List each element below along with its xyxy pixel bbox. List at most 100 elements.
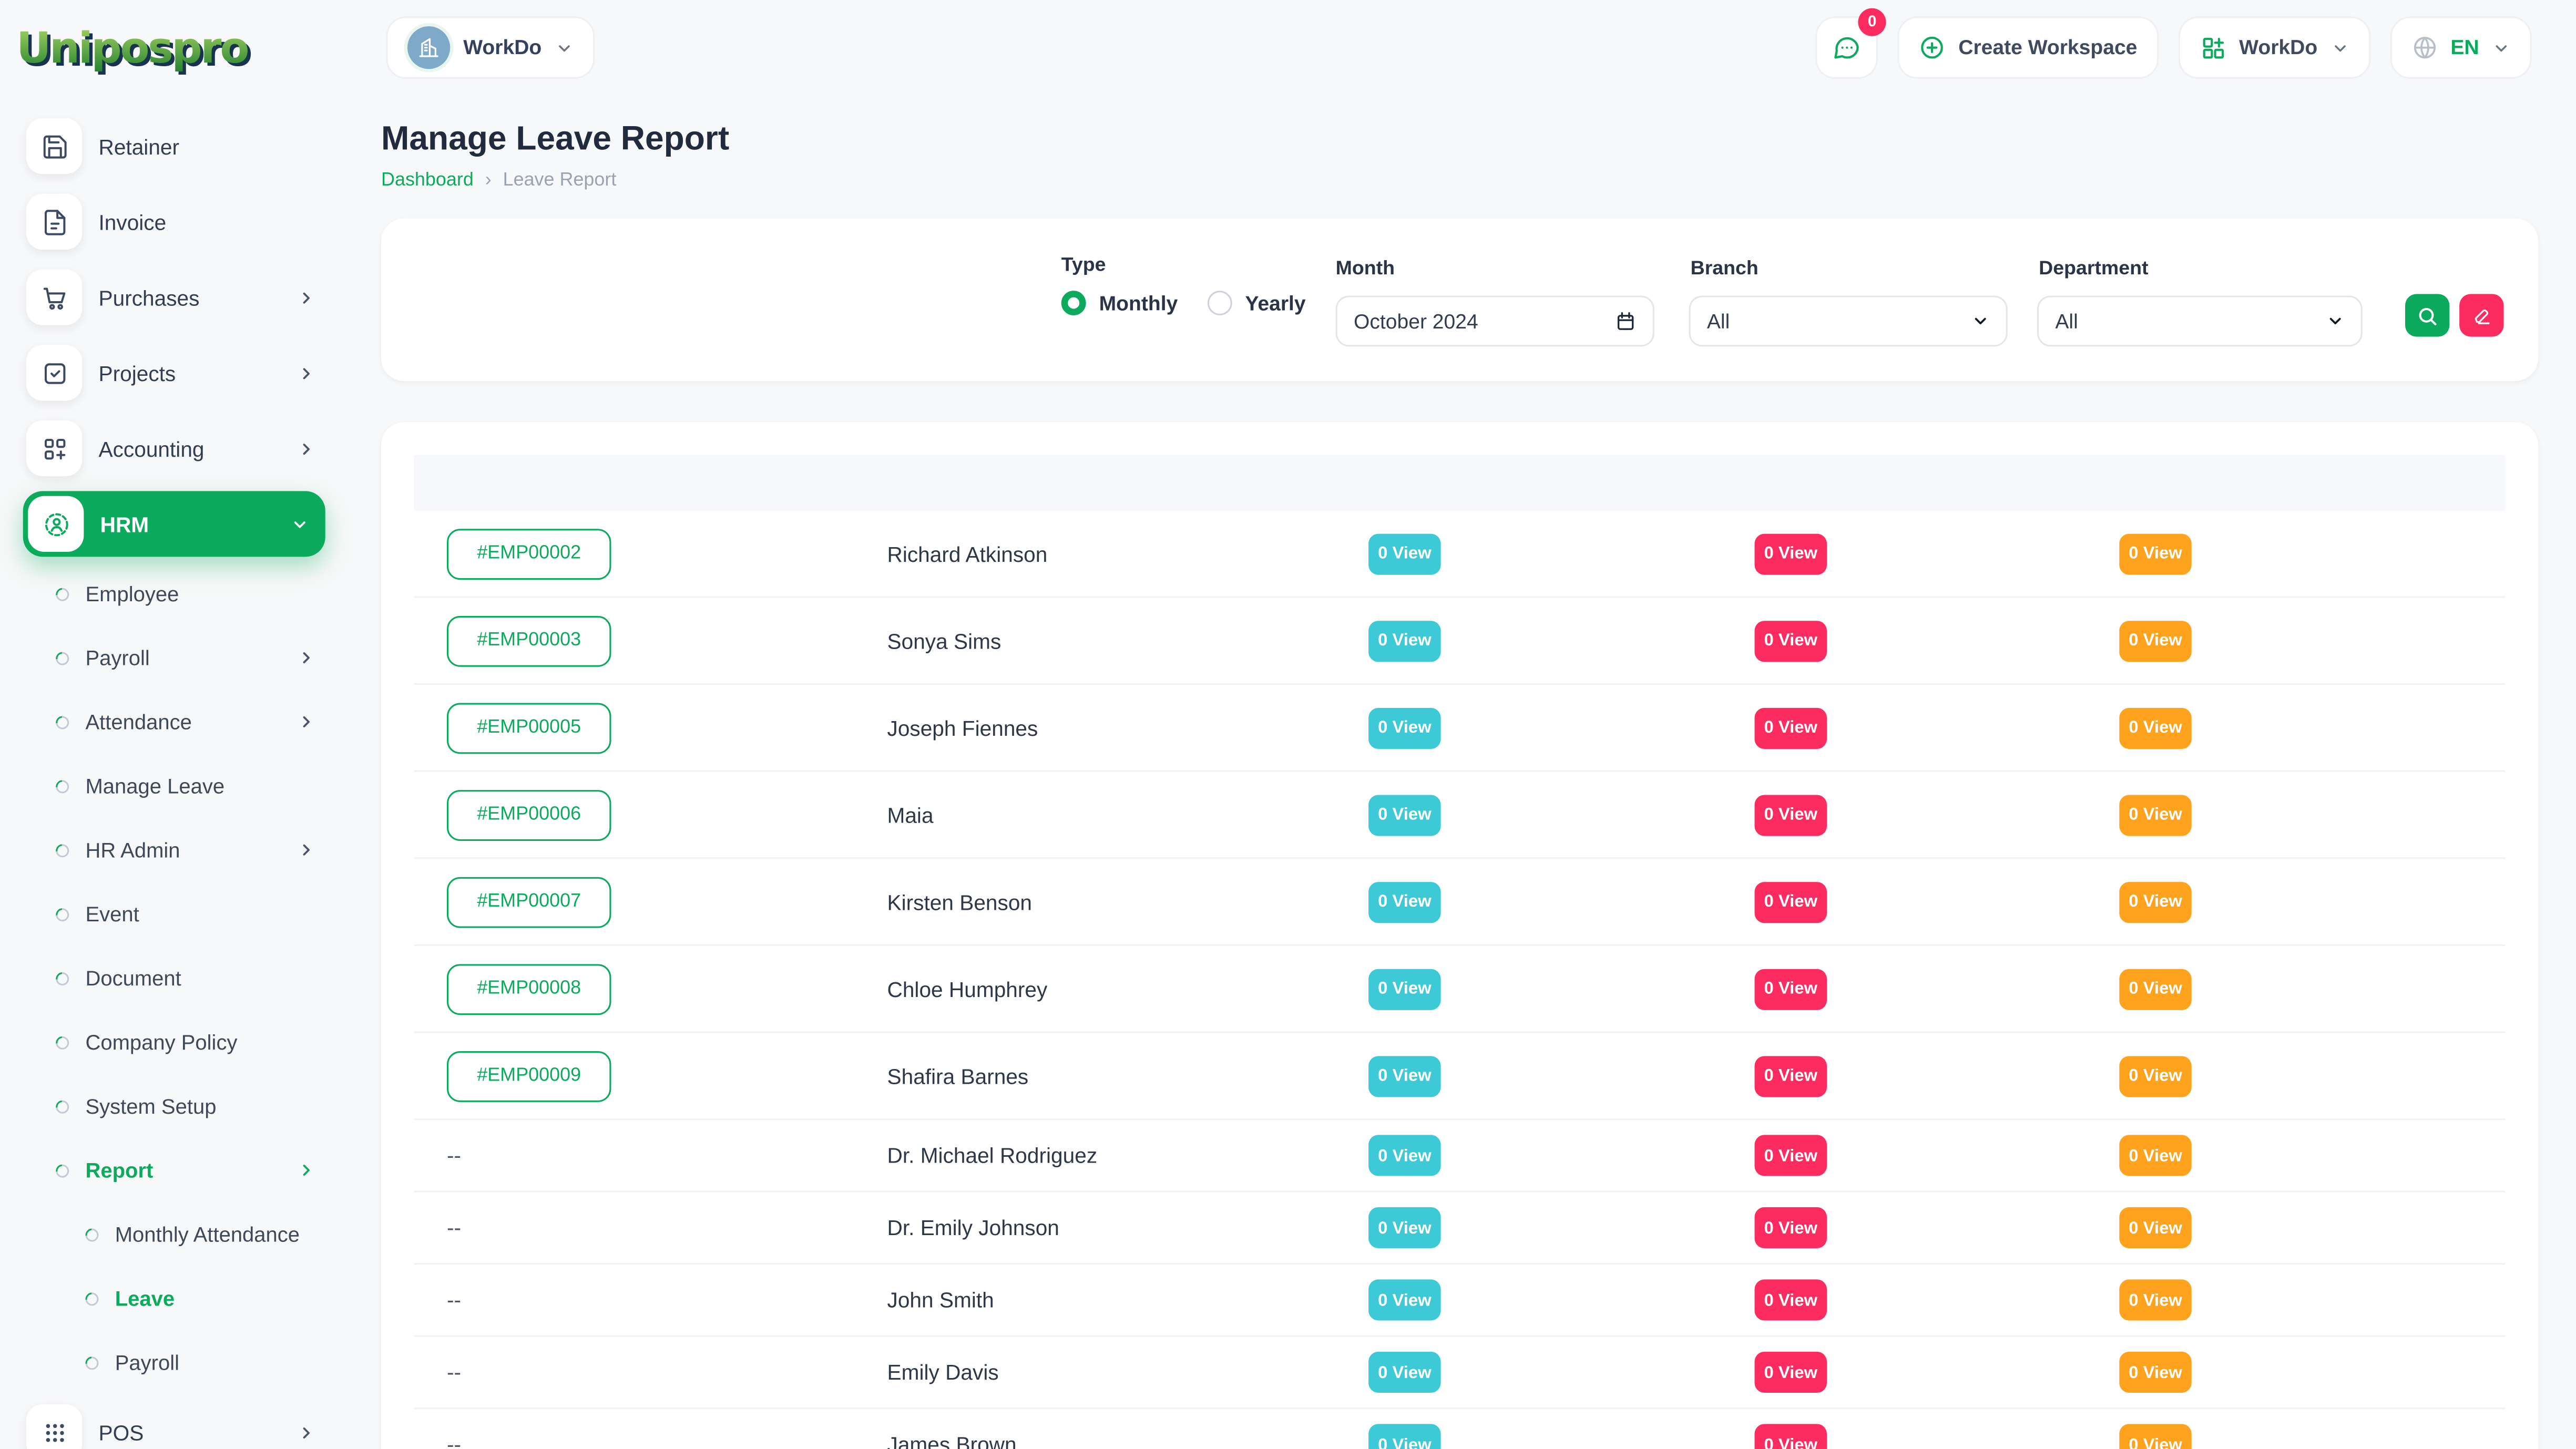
sidebar-item-invoice[interactable]: Invoice [0,184,342,260]
approved-leaves-cell: 0 View [1368,533,1754,574]
rejected-view-button[interactable]: 0 View [1755,1352,1827,1393]
pending-view-button[interactable]: 0 View [2119,1207,2192,1248]
approved-leaves-cell: 0 View [1368,620,1754,661]
pending-view-button[interactable]: 0 View [2119,1055,2192,1096]
sidebar-item-leave[interactable]: Leave [0,1266,342,1330]
sidebar: Unipospro Unipospro Retainer Invoice [0,0,342,1449]
pending-view-button[interactable]: 0 View [2119,794,2192,835]
rejected-view-button[interactable]: 0 View [1755,881,1827,922]
employee-id-badge[interactable]: -- [447,1431,461,1449]
department-select[interactable]: All [2037,296,2363,347]
rejected-leaves-cell: 0 View [1755,533,2120,574]
rejected-view-button[interactable]: 0 View [1755,1055,1827,1096]
rejected-view-button[interactable]: 0 View [1755,1135,1827,1176]
sidebar-item-label: Retainer [99,134,180,159]
language-selector[interactable]: EN [2390,16,2532,79]
pending-view-button[interactable]: 0 View [2119,1424,2192,1449]
create-workspace-button[interactable]: Create Workspace [1898,16,2159,79]
employee-id-badge[interactable]: -- [447,1142,461,1167]
rejected-view-button[interactable]: 0 View [1755,1207,1827,1248]
language-label: EN [2450,36,2479,59]
month-input[interactable]: October 2024 [1336,296,1654,347]
sidebar-item-report[interactable]: Report [0,1138,342,1203]
employee-id-badge[interactable]: #EMP00009 [447,1050,611,1101]
bullet-icon [53,905,71,923]
pending-view-button[interactable]: 0 View [2119,1279,2192,1320]
employee-id-badge[interactable]: #EMP00003 [447,615,611,666]
employee-id-badge[interactable]: #EMP00005 [447,702,611,753]
workspace-selector[interactable]: WorkDo [2179,16,2370,79]
rejected-view-button[interactable]: 0 View [1755,707,1827,748]
monthly-radio-label[interactable]: Monthly [1099,292,1178,315]
chevron-icon [291,515,309,533]
sidebar-item-employee[interactable]: Employee [0,562,342,626]
brand-logo[interactable]: Unipospro Unipospro [0,0,342,95]
pending-view-button[interactable]: 0 View [2119,1135,2192,1176]
pos-icon [26,1404,82,1449]
sidebar-item-accounting[interactable]: Accounting [0,410,342,486]
rejected-view-button[interactable]: 0 View [1755,1424,1827,1449]
approved-view-button[interactable]: 0 View [1368,1055,1441,1096]
monthly-radio[interactable] [1061,291,1086,315]
sidebar-item-label: Event [86,902,139,927]
sidebar-item-retainer[interactable]: Retainer [0,108,342,184]
employee-id-cell: -- [447,1213,887,1242]
plus-circle-icon [1919,35,1945,61]
sidebar-item-document[interactable]: Document [0,946,342,1010]
approved-view-button[interactable]: 0 View [1368,1279,1441,1320]
employee-id-badge[interactable]: -- [447,1215,461,1239]
sidebar-item-company-policy[interactable]: Company Policy [0,1010,342,1074]
approved-view-button[interactable]: 0 View [1368,968,1441,1009]
sidebar-item-payroll[interactable]: Payroll [0,626,342,690]
rejected-view-button[interactable]: 0 View [1755,1279,1827,1320]
yearly-radio-label[interactable]: Yearly [1245,292,1306,315]
approved-view-button[interactable]: 0 View [1368,620,1441,661]
sidebar-item-monthly-attendance[interactable]: Monthly Attendance [0,1203,342,1267]
table-row: -- John Smith 0 View 0 View 0 View [414,1265,2506,1337]
rejected-view-button[interactable]: 0 View [1755,533,1827,574]
approved-view-button[interactable]: 0 View [1368,1352,1441,1393]
sidebar-item-system-setup[interactable]: System Setup [0,1074,342,1138]
sidebar-item-event[interactable]: Event [0,882,342,946]
search-button[interactable] [2405,294,2449,336]
sidebar-item-attendance[interactable]: Attendance [0,690,342,754]
approved-view-button[interactable]: 0 View [1368,794,1441,835]
sidebar-item-projects[interactable]: Projects [0,335,342,411]
employee-id-badge[interactable]: #EMP00002 [447,528,611,579]
employee-id-badge[interactable]: -- [447,1287,461,1311]
approved-view-button[interactable]: 0 View [1368,1207,1441,1248]
sidebar-item-purchases[interactable]: Purchases [0,260,342,335]
pending-view-button[interactable]: 0 View [2119,1352,2192,1393]
employee-id-badge[interactable]: -- [447,1359,461,1384]
approved-view-button[interactable]: 0 View [1368,533,1441,574]
sidebar-item-hr-admin[interactable]: HR Admin [0,818,342,882]
pending-view-button[interactable]: 0 View [2119,620,2192,661]
clear-filter-button[interactable] [2459,294,2503,336]
approved-view-button[interactable]: 0 View [1368,1424,1441,1449]
bullet-icon [53,1033,71,1051]
pending-view-button[interactable]: 0 View [2119,533,2192,574]
company-selector[interactable]: WorkDo [386,16,594,79]
approved-view-button[interactable]: 0 View [1368,1135,1441,1176]
branch-select[interactable]: All [1689,296,2008,347]
sidebar-item-pos[interactable]: POS [0,1394,342,1449]
pending-leaves-cell: 0 View [2119,968,2505,1009]
pending-view-button[interactable]: 0 View [2119,707,2192,748]
messenger-button[interactable]: 0 [1815,16,1878,79]
approved-view-button[interactable]: 0 View [1368,881,1441,922]
approved-view-button[interactable]: 0 View [1368,707,1441,748]
sidebar-item-manage-leave[interactable]: Manage Leave [0,754,342,818]
rejected-view-button[interactable]: 0 View [1755,794,1827,835]
sidebar-item-payroll[interactable]: Payroll [0,1330,342,1394]
rejected-view-button[interactable]: 0 View [1755,968,1827,1009]
pending-view-button[interactable]: 0 View [2119,968,2192,1009]
sidebar-item-label: Manage Leave [86,774,225,798]
employee-id-badge[interactable]: #EMP00006 [447,789,611,840]
employee-id-badge[interactable]: #EMP00007 [447,876,611,927]
employee-id-badge[interactable]: #EMP00008 [447,963,611,1014]
pending-view-button[interactable]: 0 View [2119,881,2192,922]
sidebar-item-hrm[interactable]: HRM [23,491,325,557]
rejected-view-button[interactable]: 0 View [1755,620,1827,661]
breadcrumb-dashboard-link[interactable]: Dashboard [381,171,474,191]
yearly-radio[interactable] [1208,291,1232,315]
